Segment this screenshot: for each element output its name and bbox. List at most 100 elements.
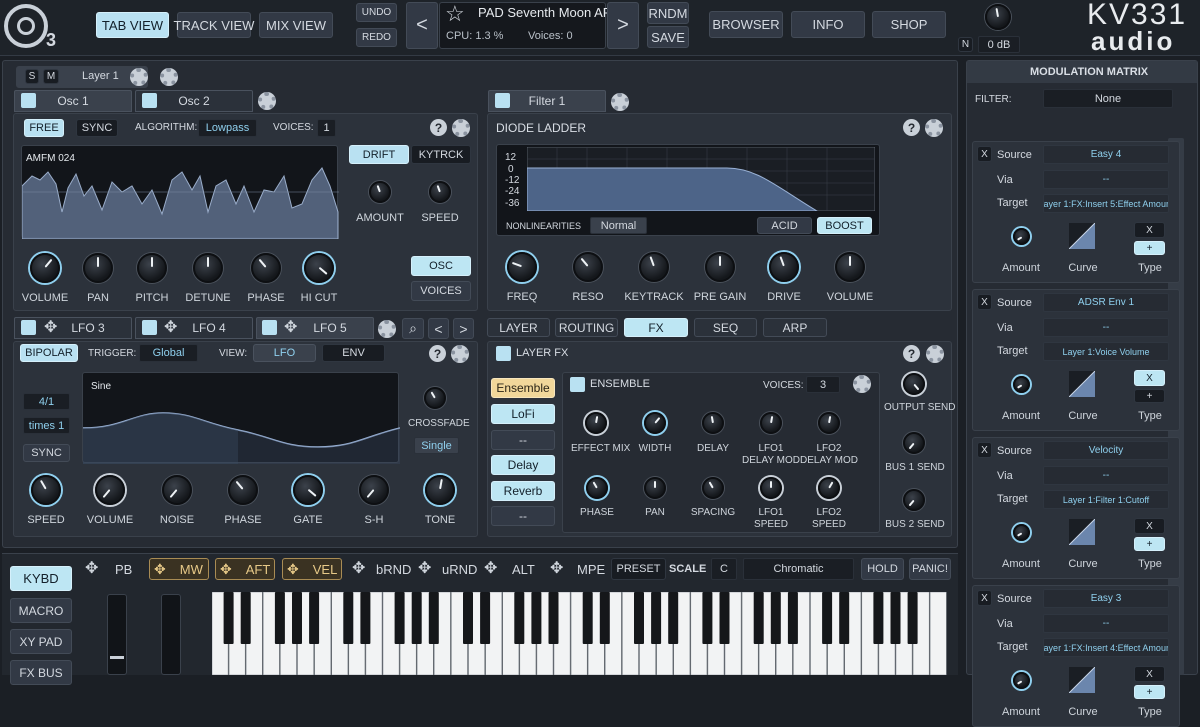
bus-1-send-knob[interactable]	[903, 432, 925, 454]
osc-waveform-display[interactable]: AMFM 024	[21, 145, 339, 239]
osc-voices-value[interactable]: 1	[317, 119, 336, 137]
tab-fx[interactable]: FX	[624, 318, 688, 337]
matrix-type-plus-button[interactable]: +	[1134, 389, 1165, 403]
matrix-remove-button[interactable]: X	[977, 146, 992, 162]
ensemble-lfo2-speed-knob[interactable]	[818, 477, 840, 499]
filter-volume-knob[interactable]	[835, 252, 865, 282]
black-key[interactable]	[907, 592, 918, 644]
fx-slot-empty-1[interactable]: --	[491, 430, 555, 450]
filter-response-curve[interactable]	[527, 147, 875, 211]
scale-preset-button[interactable]: PRESET	[611, 558, 666, 580]
matrix-source-select[interactable]: ADSR Env 1	[1043, 293, 1169, 312]
brnd-drag-icon[interactable]: ✥	[352, 561, 365, 577]
black-key[interactable]	[240, 592, 251, 644]
osc-panel-gear-icon[interactable]	[452, 119, 470, 137]
osc-2-enable-checkbox[interactable]	[142, 93, 157, 108]
urnd-drag-icon[interactable]: ✥	[418, 561, 431, 577]
matrix-filter-select[interactable]: None	[1043, 89, 1173, 108]
lfo-prev-icon[interactable]: <	[428, 318, 449, 339]
drift-amount-knob[interactable]	[369, 181, 391, 203]
view-env-button[interactable]: ENV	[322, 344, 385, 362]
black-key[interactable]	[514, 592, 525, 644]
view-lfo-button[interactable]: LFO	[253, 344, 316, 362]
lfo-panel-gear-icon[interactable]	[451, 345, 469, 363]
nonlinearities-select[interactable]: Normal	[590, 217, 647, 234]
osc-gear-icon[interactable]	[258, 92, 276, 110]
black-key[interactable]	[651, 592, 662, 644]
ensemble-enable-checkbox[interactable]	[570, 377, 585, 392]
ensemble-effect-mix-knob[interactable]	[585, 412, 607, 434]
random-button[interactable]: RNDM	[647, 2, 689, 24]
mix-view-button[interactable]: MIX VIEW	[259, 12, 333, 38]
matrix-target-select[interactable]: Layer 1:Voice Volume	[1043, 342, 1169, 361]
matrix-remove-button[interactable]: X	[977, 442, 992, 458]
lfo-sync-button[interactable]: SYNC	[23, 444, 70, 462]
redo-button[interactable]: REDO	[356, 28, 397, 47]
voices-page-button[interactable]: VOICES	[411, 281, 471, 301]
master-gain-value[interactable]: 0 dB	[978, 36, 1020, 53]
bipolar-button[interactable]: BIPOLAR	[20, 344, 78, 362]
ensemble-lfo2-delay-mod-knob[interactable]	[818, 412, 840, 434]
layer-settings-gear-icon[interactable]	[130, 68, 148, 86]
black-key[interactable]	[582, 592, 593, 644]
matrix-target-select[interactable]: Layer 1:Filter 1:Cutoff	[1043, 490, 1169, 509]
lfo-gear-icon[interactable]	[378, 320, 396, 338]
lfo-rate-value[interactable]: 4/1	[23, 393, 70, 410]
undo-button[interactable]: UNDO	[356, 3, 397, 22]
osc-1-enable-checkbox[interactable]	[21, 93, 36, 108]
osc-pitch-knob[interactable]	[137, 253, 167, 283]
ensemble-gear-icon[interactable]	[853, 375, 871, 393]
free-button[interactable]: FREE	[24, 119, 64, 137]
matrix-curve-icon[interactable]	[1069, 371, 1095, 397]
crossfade-knob[interactable]	[424, 387, 446, 409]
scale-name-select[interactable]: Chromatic	[743, 558, 854, 580]
black-key[interactable]	[634, 592, 644, 644]
ensemble-lfo1-delay-mod-knob[interactable]	[760, 412, 782, 434]
filter-gear-icon[interactable]	[611, 93, 629, 111]
pitch-bend-wheel[interactable]	[107, 594, 127, 675]
layer-fx-enable-checkbox[interactable]	[496, 346, 511, 361]
matrix-type-x-button[interactable]: X	[1134, 222, 1165, 238]
fx-panel-gear-icon[interactable]	[926, 345, 944, 363]
matrix-type-plus-button[interactable]: +	[1134, 537, 1165, 551]
lfo-4-drag-icon[interactable]: ✥	[164, 320, 177, 336]
algorithm-select[interactable]: Lowpass	[198, 119, 257, 137]
matrix-source-select[interactable]: Easy 4	[1043, 145, 1169, 164]
mpe-drag-icon[interactable]: ✥	[550, 561, 563, 577]
matrix-via-select[interactable]: --	[1043, 466, 1169, 485]
tab-routing[interactable]: ROUTING	[555, 318, 618, 337]
black-key[interactable]	[719, 592, 730, 644]
matrix-remove-button[interactable]: X	[977, 294, 992, 310]
lfo-3-enable-checkbox[interactable]	[21, 320, 36, 335]
black-key[interactable]	[787, 592, 798, 644]
lfo-5-enable-checkbox[interactable]	[262, 320, 277, 335]
kybd-button[interactable]: KYBD	[10, 566, 72, 591]
black-key[interactable]	[411, 592, 422, 644]
filter-freq-knob[interactable]	[507, 252, 537, 282]
black-key[interactable]	[668, 592, 679, 644]
osc-page-button[interactable]: OSC	[411, 256, 471, 276]
boost-button[interactable]: BOOST	[817, 217, 872, 234]
osc-volume-knob[interactable]	[30, 253, 60, 283]
piano-keyboard[interactable]	[212, 592, 954, 675]
fx-slot-reverb[interactable]: Reverb	[491, 481, 555, 501]
lfo-tone-knob[interactable]	[425, 475, 455, 505]
matrix-type-plus-button[interactable]: +	[1134, 685, 1165, 699]
lfo-4-enable-checkbox[interactable]	[142, 320, 157, 335]
tab-view-button[interactable]: TAB VIEW	[96, 12, 169, 38]
black-key[interactable]	[292, 592, 302, 644]
favorite-star-icon[interactable]: ☆	[445, 1, 465, 27]
ensemble-phase-knob[interactable]	[586, 477, 608, 499]
matrix-source-select[interactable]: Velocity	[1043, 441, 1169, 460]
lfo-volume-knob[interactable]	[95, 475, 125, 505]
matrix-via-select[interactable]: --	[1043, 170, 1169, 189]
black-key[interactable]	[548, 592, 559, 644]
ensemble-width-knob[interactable]	[644, 412, 666, 434]
black-key[interactable]	[873, 592, 884, 644]
sync-mode-button[interactable]: SYNC	[76, 119, 118, 137]
lfo-speed-knob[interactable]	[31, 475, 61, 505]
save-button[interactable]: SAVE	[647, 26, 689, 48]
matrix-target-select[interactable]: Layer 1:FX:Insert 4:Effect Amount	[1043, 638, 1169, 657]
lfo-mult-value[interactable]: times 1	[23, 417, 70, 434]
aft-toggle[interactable]: ✥ AFT	[215, 558, 275, 580]
